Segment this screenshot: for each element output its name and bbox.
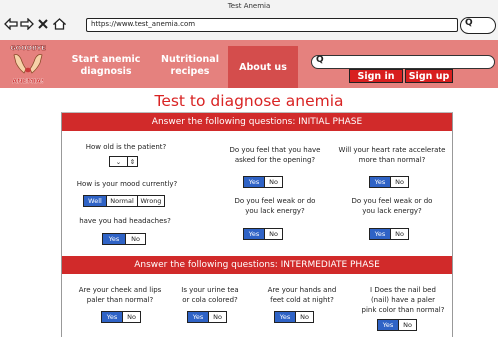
- search-icon: Q: [465, 18, 473, 28]
- nav-about-us[interactable]: About us: [228, 46, 298, 88]
- question-nail-line2: (nail) have a paler: [370, 296, 436, 304]
- question-cheek: Are your cheek and lips paler than norma…: [70, 285, 170, 305]
- no-option[interactable]: No: [398, 320, 416, 330]
- question-mood: How is your mood currently?: [76, 180, 178, 188]
- chevron-down-icon[interactable]: ⌄: [110, 157, 128, 166]
- question-heart-rate: Will your heart rate accelerate more tha…: [334, 145, 450, 165]
- yes-option[interactable]: Yes: [244, 229, 264, 239]
- question-cheek-line1: Are your cheek and lips: [78, 286, 162, 294]
- question-opening-line2: asked for the opening?: [234, 156, 316, 164]
- svg-text:ANEMIA!: ANEMIA!: [12, 77, 44, 85]
- yes-option[interactable]: Yes: [102, 312, 122, 322]
- nav-start-line2: diagnosis: [80, 66, 132, 77]
- home-icon[interactable]: [52, 16, 66, 32]
- no-option[interactable]: No: [125, 234, 145, 244]
- yes-option[interactable]: Yes: [244, 177, 264, 187]
- no-option[interactable]: No: [390, 229, 408, 239]
- question-opening-line1: Do you feel that you have: [229, 146, 321, 154]
- yes-option[interactable]: Yes: [188, 312, 208, 322]
- no-option[interactable]: No: [295, 312, 313, 322]
- nav-start-diagnosis[interactable]: Start anemic diagnosis: [68, 54, 144, 78]
- mood-option-well[interactable]: Well: [84, 196, 106, 206]
- browser-search-field[interactable]: Q: [460, 17, 496, 34]
- no-option[interactable]: No: [390, 177, 408, 187]
- no-option[interactable]: No: [208, 312, 226, 322]
- nav-start-line1: Start anemic: [71, 54, 141, 65]
- question-weak-line2: you lack energy?: [245, 207, 305, 215]
- cheek-yes-no[interactable]: Yes No: [101, 311, 141, 323]
- close-icon[interactable]: [37, 16, 49, 32]
- headaches-yes-no[interactable]: Yes No: [102, 233, 146, 245]
- mood-option-normal[interactable]: Normal: [106, 196, 137, 206]
- question-nail-line1: I Does the nail bed: [370, 286, 436, 294]
- no-option[interactable]: No: [264, 177, 282, 187]
- question-urine-line2: or cola colored?: [182, 296, 238, 304]
- question-urine-line1: Is your urine tea: [181, 286, 239, 294]
- sign-in-button[interactable]: Sign in: [349, 69, 403, 83]
- question-age: How old is the patient?: [85, 143, 167, 151]
- yes-option[interactable]: Yes: [370, 229, 390, 239]
- forward-arrow-icon[interactable]: [20, 16, 34, 32]
- question-heart-line2: more than normal?: [358, 156, 426, 164]
- url-bar[interactable]: https://www.test_anemia.com: [86, 18, 458, 32]
- question-cold-line1: Are your hands and: [267, 286, 337, 294]
- question-weak-line1: Do you feel weak or do: [234, 197, 316, 205]
- heart-rate-yes-no[interactable]: Yes No: [369, 176, 409, 188]
- weak-yes-no-1[interactable]: Yes No: [243, 228, 283, 240]
- intermediate-phase-banner: Answer the following questions: INTERMED…: [62, 256, 452, 274]
- question-heart-line1: Will your heart rate accelerate: [338, 146, 446, 154]
- opening-yes-no[interactable]: Yes No: [243, 176, 283, 188]
- question-cold: Are your hands and feet cold at night?: [258, 285, 346, 305]
- spinner-icon[interactable]: ⇕: [128, 157, 137, 166]
- question-weak-2: Do you feel weak or do you lack energy?: [334, 196, 450, 216]
- yes-option[interactable]: Yes: [275, 312, 295, 322]
- yes-option[interactable]: Yes: [370, 177, 390, 187]
- question-weak-line1: Do you feel weak or do: [351, 197, 433, 205]
- question-weak-1: Do you feel weak or do you lack energy?: [220, 196, 330, 216]
- url-text: https://www.test_anemia.com: [91, 20, 196, 28]
- no-option[interactable]: No: [122, 312, 140, 322]
- yes-option[interactable]: Yes: [378, 320, 398, 330]
- question-urine: Is your urine tea or cola colored?: [170, 285, 250, 305]
- nav-nutritional-recipes[interactable]: Nutritional recipes: [158, 54, 222, 78]
- nail-yes-no[interactable]: Yes No: [377, 319, 417, 331]
- cold-yes-no[interactable]: Yes No: [274, 311, 314, 323]
- question-nail: I Does the nail bed (nail) have a paler …: [355, 285, 451, 315]
- question-headaches: have you had headaches?: [79, 217, 171, 225]
- window-title: Test Anemia: [227, 2, 271, 10]
- page-title: Test to diagnose anemia: [154, 92, 344, 110]
- question-opening: Do you feel that you have asked for the …: [220, 145, 330, 165]
- nav-recipes-line2: recipes: [170, 66, 210, 77]
- age-stepper[interactable]: ⌄ ⇕: [109, 156, 138, 167]
- question-weak-line2: you lack energy?: [362, 207, 422, 215]
- logo[interactable]: GOODBYE ANEMIA!: [4, 43, 52, 85]
- mood-option-wrong[interactable]: Wrong: [137, 196, 164, 206]
- weak-yes-no-2[interactable]: Yes No: [369, 228, 409, 240]
- no-option[interactable]: No: [264, 229, 282, 239]
- mood-selector[interactable]: Well Normal Wrong: [83, 195, 165, 207]
- yes-option[interactable]: Yes: [103, 234, 125, 244]
- urine-yes-no[interactable]: Yes No: [187, 311, 227, 323]
- nav-recipes-line1: Nutritional: [161, 54, 219, 65]
- initial-phase-banner: Answer the following questions: INITIAL …: [62, 113, 452, 131]
- sign-up-button[interactable]: Sign up: [405, 69, 453, 83]
- question-nail-line3: pink color than normal?: [361, 306, 445, 314]
- question-cheek-line2: paler than normal?: [86, 296, 154, 304]
- question-cold-line2: feet cold at night?: [270, 296, 334, 304]
- back-arrow-icon[interactable]: [4, 16, 18, 32]
- site-search-input[interactable]: Q: [311, 55, 495, 69]
- search-icon: Q: [316, 55, 324, 65]
- svg-text:GOODBYE: GOODBYE: [10, 44, 46, 52]
